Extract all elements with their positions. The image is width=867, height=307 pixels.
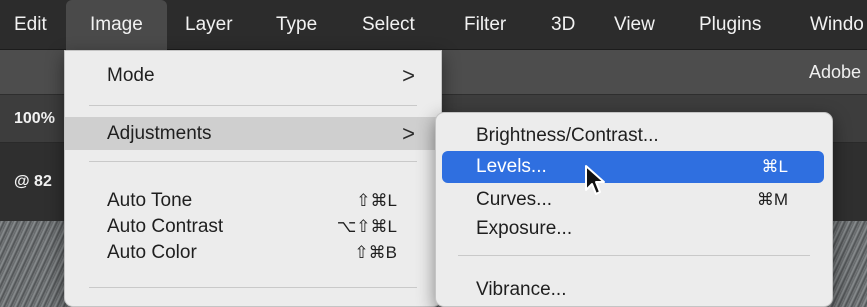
menu-item-exposure[interactable]: Exposure... bbox=[436, 212, 832, 245]
menu-plugins[interactable]: Plugins bbox=[699, 0, 761, 50]
menu-item-vibrance[interactable]: Vibrance... bbox=[436, 273, 832, 306]
submenu-arrow-icon: > bbox=[402, 121, 415, 146]
menu-item-brightness-contrast[interactable]: Brightness/Contrast... bbox=[436, 119, 832, 152]
menu-item-adjustments[interactable]: Adjustments > bbox=[65, 117, 441, 150]
menu-layer[interactable]: Layer bbox=[185, 0, 233, 50]
menu-separator bbox=[89, 287, 417, 288]
menu-item-label: Vibrance... bbox=[476, 279, 567, 300]
menu-item-levels[interactable]: Levels... ⌘L bbox=[442, 151, 824, 183]
menu-item-auto-color[interactable]: Auto Color ⇧⌘B bbox=[65, 236, 441, 269]
menu-separator bbox=[89, 161, 417, 162]
shortcut-label: ⌘L bbox=[761, 157, 788, 176]
menu-item-label: Brightness/Contrast... bbox=[476, 125, 659, 146]
menu-separator bbox=[89, 105, 417, 106]
menu-window[interactable]: Windo bbox=[810, 0, 864, 50]
document-tab[interactable]: @ 82 bbox=[14, 143, 52, 221]
adobe-label: Adobe bbox=[808, 62, 861, 82]
menu-item-mode[interactable]: Mode > bbox=[65, 59, 441, 92]
menu-select[interactable]: Select bbox=[362, 0, 415, 50]
menu-type[interactable]: Type bbox=[276, 0, 317, 50]
menu-item-label: Mode bbox=[107, 65, 155, 86]
menu-filter[interactable]: Filter bbox=[464, 0, 506, 50]
menu-view[interactable]: View bbox=[614, 0, 655, 50]
menu-item-label: Exposure... bbox=[476, 218, 573, 239]
shortcut-label: ⇧⌘B bbox=[354, 243, 397, 262]
zoom-value[interactable]: 100% bbox=[14, 95, 55, 143]
arrow-pointer-icon bbox=[585, 165, 605, 195]
menu-separator bbox=[458, 255, 810, 256]
menu-image[interactable]: Image bbox=[66, 0, 167, 50]
menu-item-label: Levels... bbox=[476, 156, 547, 177]
submenu-arrow-icon: > bbox=[402, 63, 415, 88]
menu-item-label: Auto Color bbox=[107, 242, 197, 263]
image-menu: Mode > Adjustments > Auto Tone ⇧⌘L Auto … bbox=[64, 50, 442, 307]
menu-bar: Edit Image Layer Type Select Filter 3D V… bbox=[0, 0, 867, 50]
menu-item-label: Adjustments bbox=[107, 123, 212, 144]
menu-edit[interactable]: Edit bbox=[14, 0, 47, 50]
menu-3d[interactable]: 3D bbox=[551, 0, 575, 50]
adjustments-submenu: Brightness/Contrast... Levels... ⌘L Curv… bbox=[435, 112, 833, 307]
